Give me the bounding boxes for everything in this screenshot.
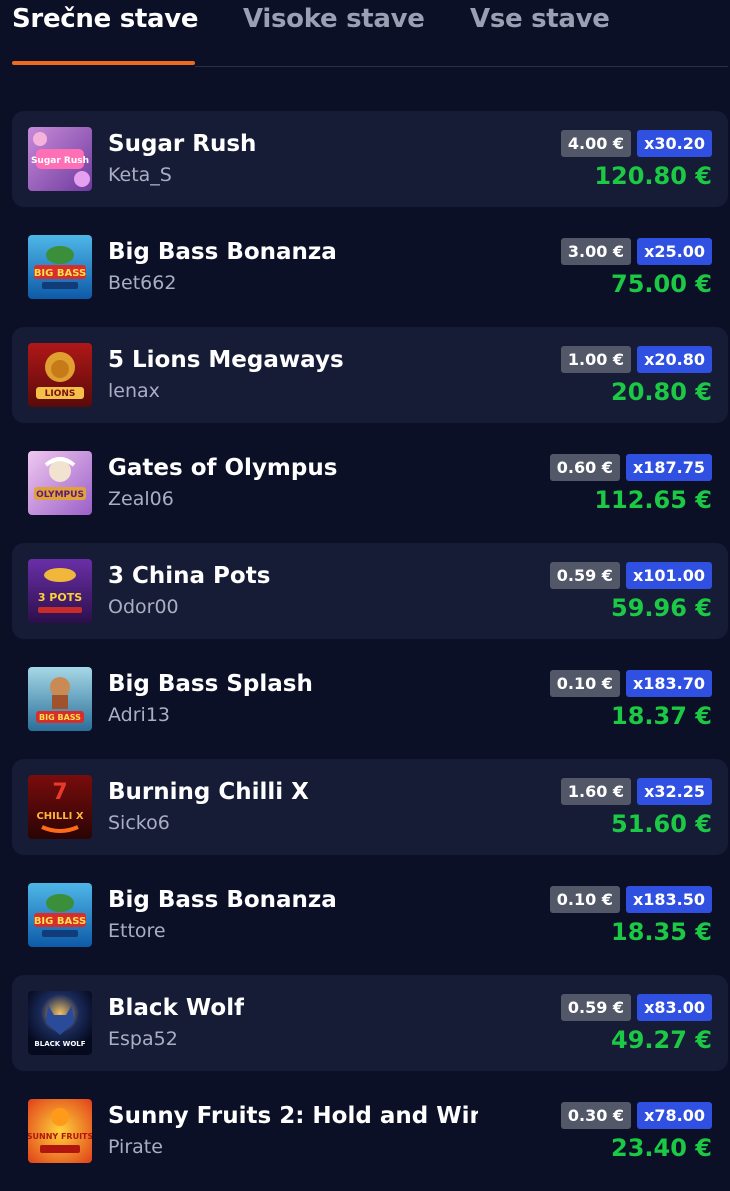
- win-amount: 18.37 €: [611, 702, 712, 730]
- win-amount: 112.65 €: [594, 486, 712, 514]
- tabs-divider: [195, 66, 728, 67]
- bet-badges: 0.30 € x78.00: [560, 1102, 712, 1129]
- player-name: Zeal06: [108, 488, 174, 510]
- game-title[interactable]: Burning Chilli X: [108, 779, 309, 805]
- bet-badges: 0.60 € x187.75: [549, 454, 712, 481]
- big-bass-bonanza-thumbnail: BIG BASS: [28, 235, 92, 299]
- bet-row[interactable]: BIG BASS Big Bass Bonanza Ettore 0.10 € …: [12, 867, 728, 963]
- player-name: Bet662: [108, 272, 177, 294]
- svg-text:3 POTS: 3 POTS: [38, 591, 82, 604]
- player-name: Pirate: [108, 1136, 163, 1158]
- svg-text:OLYMPUS: OLYMPUS: [36, 490, 84, 500]
- multiplier-badge: x183.50: [625, 886, 712, 913]
- bets-tabs: Srečne stave Visoke stave Vse stave: [0, 0, 730, 68]
- game-title[interactable]: Big Bass Splash: [108, 671, 313, 697]
- bet-badges: 0.10 € x183.50: [549, 886, 712, 913]
- game-title[interactable]: 3 China Pots: [108, 563, 270, 589]
- multiplier-badge: x25.00: [637, 238, 712, 265]
- player-name: Sicko6: [108, 812, 170, 834]
- bet-amount-badge: 0.60 €: [549, 454, 620, 481]
- bet-amount-badge: 0.10 €: [549, 886, 620, 913]
- multiplier-badge: x30.20: [637, 130, 712, 157]
- win-amount: 59.96 €: [611, 594, 712, 622]
- win-amount: 20.80 €: [611, 378, 712, 406]
- player-name: Odor00: [108, 596, 179, 618]
- bet-badges: 4.00 € x30.20: [560, 130, 712, 157]
- svg-text:CHILLI X: CHILLI X: [36, 811, 83, 822]
- game-title[interactable]: Black Wolf: [108, 995, 244, 1021]
- multiplier-badge: x83.00: [637, 994, 712, 1021]
- tab-all-bets[interactable]: Vse stave: [470, 4, 610, 34]
- multiplier-badge: x183.70: [625, 670, 712, 697]
- player-name: Adri13: [108, 704, 170, 726]
- bet-badges: 1.00 € x20.80: [560, 346, 712, 373]
- game-title[interactable]: Sunny Fruits 2: Hold and Win: [108, 1103, 478, 1129]
- bet-amount-badge: 4.00 €: [560, 130, 632, 157]
- big-bass-splash-thumbnail: BIG BASS: [28, 667, 92, 731]
- multiplier-badge: x187.75: [625, 454, 712, 481]
- player-name: Ettore: [108, 920, 166, 942]
- win-amount: 23.40 €: [611, 1134, 712, 1162]
- multiplier-badge: x78.00: [637, 1102, 712, 1129]
- win-amount: 75.00 €: [611, 270, 712, 298]
- svg-text:Sugar Rush: Sugar Rush: [31, 156, 89, 166]
- svg-text:BIG BASS: BIG BASS: [34, 268, 86, 279]
- bet-badges: 3.00 € x25.00: [560, 238, 712, 265]
- multiplier-badge: x101.00: [625, 562, 712, 589]
- bet-badges: 0.59 € x101.00: [549, 562, 712, 589]
- player-name: lenax: [108, 380, 160, 402]
- bet-row[interactable]: OLYMPUS Gates of Olympus Zeal06 0.60 € x…: [12, 435, 728, 531]
- svg-text:LIONS: LIONS: [45, 389, 76, 399]
- five-lions-thumbnail: LIONS: [28, 343, 92, 407]
- gates-of-olympus-thumbnail: OLYMPUS: [28, 451, 92, 515]
- bet-amount-badge: 0.59 €: [549, 562, 620, 589]
- tab-high-bets[interactable]: Visoke stave: [243, 4, 425, 34]
- svg-text:BLACK WOLF: BLACK WOLF: [34, 1040, 85, 1048]
- sunny-fruits-thumbnail: SUNNY FRUITS: [28, 1099, 92, 1163]
- bet-amount-badge: 3.00 €: [560, 238, 632, 265]
- player-name: Espa52: [108, 1028, 178, 1050]
- game-title[interactable]: Big Bass Bonanza: [108, 887, 337, 913]
- burning-chilli-thumbnail: 7 CHILLI X: [28, 775, 92, 839]
- tab-lucky-bets[interactable]: Srečne stave: [12, 4, 199, 34]
- win-amount: 120.80 €: [594, 162, 712, 190]
- svg-text:7: 7: [52, 780, 67, 805]
- svg-text:SUNNY FRUITS: SUNNY FRUITS: [28, 1132, 92, 1141]
- bet-amount-badge: 0.59 €: [560, 994, 632, 1021]
- bet-row[interactable]: BIG BASS Big Bass Splash Adri13 0.10 € x…: [12, 651, 728, 747]
- multiplier-badge: x32.25: [637, 778, 712, 805]
- game-title[interactable]: 5 Lions Megaways: [108, 347, 344, 373]
- bet-row[interactable]: BIG BASS Big Bass Bonanza Bet662 3.00 € …: [12, 219, 728, 315]
- bet-row[interactable]: Sugar Rush Sugar Rush Keta_S 4.00 € x30.…: [12, 111, 728, 207]
- win-amount: 51.60 €: [611, 810, 712, 838]
- bet-amount-badge: 0.30 €: [560, 1102, 632, 1129]
- player-name: Keta_S: [108, 164, 172, 186]
- china-pots-thumbnail: 3 POTS: [28, 559, 92, 623]
- big-bass-bonanza-thumbnail: BIG BASS: [28, 883, 92, 947]
- multiplier-badge: x20.80: [637, 346, 712, 373]
- black-wolf-thumbnail: BLACK WOLF: [28, 991, 92, 1055]
- bet-amount-badge: 1.60 €: [560, 778, 632, 805]
- bet-row[interactable]: 3 POTS 3 China Pots Odor00 0.59 € x101.0…: [12, 543, 728, 639]
- game-title[interactable]: Gates of Olympus: [108, 455, 337, 481]
- game-title[interactable]: Big Bass Bonanza: [108, 239, 337, 265]
- svg-text:BIG BASS: BIG BASS: [39, 713, 81, 722]
- game-title[interactable]: Sugar Rush: [108, 131, 256, 157]
- bet-row[interactable]: BLACK WOLF Black Wolf Espa52 0.59 € x83.…: [12, 975, 728, 1071]
- bet-badges: 0.59 € x83.00: [560, 994, 712, 1021]
- bet-row[interactable]: SUNNY FRUITS Sunny Fruits 2: Hold and Wi…: [12, 1083, 728, 1179]
- svg-text:BIG BASS: BIG BASS: [34, 916, 86, 927]
- win-amount: 49.27 €: [611, 1026, 712, 1054]
- bet-amount-badge: 1.00 €: [560, 346, 632, 373]
- win-amount: 18.35 €: [611, 918, 712, 946]
- bet-badges: 1.60 € x32.25: [560, 778, 712, 805]
- bet-badges: 0.10 € x183.70: [549, 670, 712, 697]
- bet-amount-badge: 0.10 €: [549, 670, 620, 697]
- bet-row[interactable]: 7 CHILLI X Burning Chilli X Sicko6 1.60 …: [12, 759, 728, 855]
- sugar-rush-thumbnail: Sugar Rush: [28, 127, 92, 191]
- bet-row[interactable]: LIONS 5 Lions Megaways lenax 1.00 € x20.…: [12, 327, 728, 423]
- active-tab-indicator: [12, 61, 195, 65]
- bets-list: Sugar Rush Sugar Rush Keta_S 4.00 € x30.…: [12, 111, 728, 1191]
